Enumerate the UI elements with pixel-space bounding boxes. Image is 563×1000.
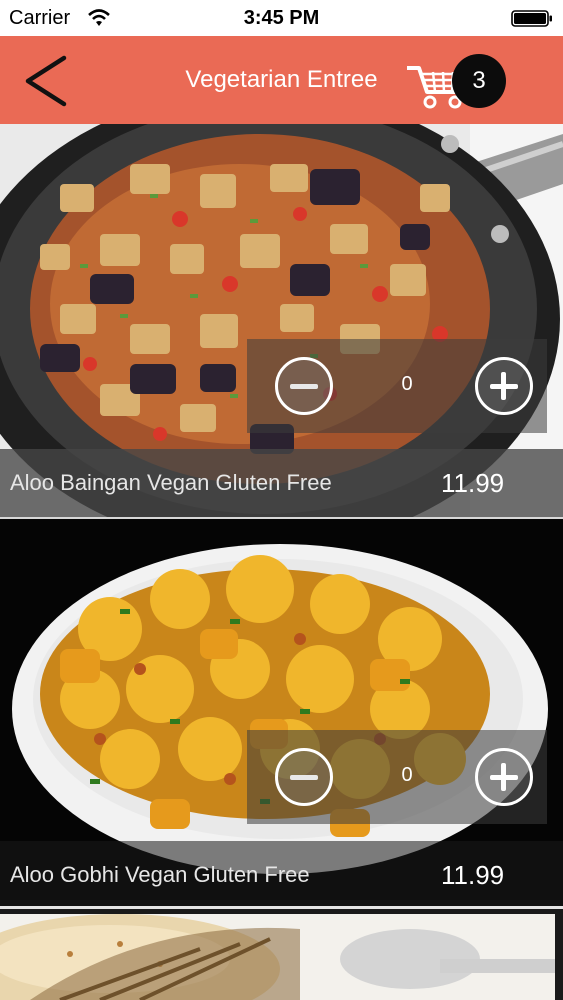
navigation-bar: Vegetarian Entree 3	[0, 36, 563, 124]
menu-item-card[interactable]: 0 Aloo Gobhi Vegan Gluten Free 11.99	[0, 519, 563, 906]
menu-item-caption: Aloo Gobhi Vegan Gluten Free 11.99	[0, 841, 563, 906]
decrease-quantity-button[interactable]	[275, 357, 333, 415]
increase-quantity-button[interactable]	[475, 357, 533, 415]
minus-icon	[290, 384, 318, 389]
cart-count-badge[interactable]: 3	[452, 54, 506, 108]
battery-icon	[511, 10, 552, 27]
menu-item-name: Aloo Baingan Vegan Gluten Free	[10, 470, 332, 495]
quantity-value: 0	[401, 764, 413, 786]
increase-quantity-button[interactable]	[475, 748, 533, 806]
menu-item-price: 11.99	[441, 860, 505, 890]
menu-item-card[interactable]	[0, 909, 563, 1000]
clock-time: 3:45 PM	[243, 7, 320, 29]
menu-item-name: Aloo Gobhi Vegan Gluten Free	[10, 862, 310, 887]
minus-icon	[290, 775, 318, 780]
quantity-stepper: 0	[247, 730, 547, 824]
status-bar: Carrier 3:45 PM	[0, 0, 563, 36]
menu-item-card[interactable]: 0 Aloo Baingan Vegan Gluten Free 11.99	[0, 124, 563, 517]
quantity-stepper: 0	[247, 339, 547, 433]
menu-item-caption: Aloo Baingan Vegan Gluten Free 11.99	[0, 449, 563, 517]
decrease-quantity-button[interactable]	[275, 748, 333, 806]
quantity-value: 0	[401, 373, 413, 395]
menu-item-price: 11.99	[441, 468, 505, 498]
roti-basket-image	[0, 909, 563, 1000]
